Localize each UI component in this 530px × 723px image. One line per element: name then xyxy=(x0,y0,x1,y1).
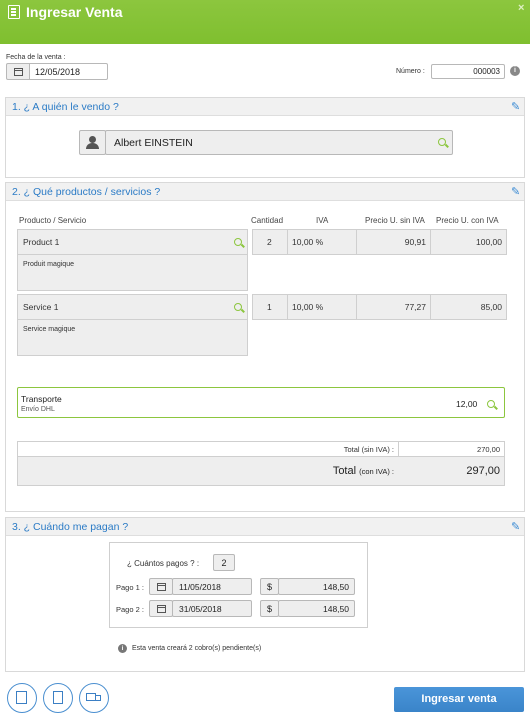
search-icon[interactable] xyxy=(438,138,446,146)
total-value: 297,00 xyxy=(466,465,500,477)
totals-box: Total (sin IVA) : 270,00 Total (con IVA)… xyxy=(17,441,505,486)
edit-pencil-icon[interactable]: ✎ xyxy=(511,100,520,113)
date-picker-button[interactable] xyxy=(6,63,30,80)
section-client: 1. ¿ A quién le vendo ? ✎ Albert EINSTEI… xyxy=(5,97,525,178)
pago-label: Pago 1 : xyxy=(116,583,144,592)
ingresar-venta-button[interactable]: Ingresar venta xyxy=(394,687,524,712)
numero-input[interactable]: 000003 xyxy=(431,64,505,79)
col-producto: Producto / Servicio xyxy=(19,216,87,225)
calendar-icon xyxy=(14,68,23,76)
info-icon: i xyxy=(118,644,127,653)
qty-input[interactable]: 1 xyxy=(252,294,288,320)
shipping-field[interactable]: Transporte Envío DHL 12,00 xyxy=(17,387,505,418)
pago-amount-input[interactable]: 148,50 xyxy=(278,600,355,617)
shipping-value: 12,00 xyxy=(456,399,478,409)
payments-info: Esta venta creará 2 cobro(s) pendiente(s… xyxy=(132,645,262,652)
shipping-desc: Envío DHL xyxy=(21,406,55,413)
currency-label: $ xyxy=(260,578,279,595)
product-desc-input[interactable]: Produit magique xyxy=(17,254,248,291)
section-products-heading: 2. ¿ Qué productos / servicios ? xyxy=(12,186,161,198)
pago-date-input[interactable]: 31/05/2018 xyxy=(172,600,252,617)
total-label-text: Total xyxy=(332,465,357,477)
client-search-input[interactable]: Albert EINSTEIN xyxy=(105,130,453,155)
price-inc-input[interactable]: 85,00 xyxy=(430,294,507,320)
price-inc-input[interactable]: 100,00 xyxy=(430,229,507,255)
info-icon[interactable]: i xyxy=(510,66,520,76)
section-products: 2. ¿ Qué productos / servicios ? ✎ Produ… xyxy=(5,182,525,512)
col-iva: IVA xyxy=(316,216,329,225)
count-input[interactable]: 2 xyxy=(213,554,235,571)
section-payments-title: 3. ¿ Cuándo me pagan ? xyxy=(6,518,524,536)
total-ex-label: Total (sin IVA) : xyxy=(343,445,394,454)
total-label-small: (con IVA) : xyxy=(359,467,394,476)
search-icon[interactable] xyxy=(487,400,495,408)
col-precio-con-iva: Precio U. con IVA xyxy=(436,216,499,225)
section-payments: 3. ¿ Cuándo me pagan ? ✎ ¿ Cuántos pagos… xyxy=(5,517,525,672)
dialog-header: Ingresar Venta × xyxy=(0,0,530,44)
col-cantidad: Cantidad xyxy=(251,216,284,225)
iva-input[interactable]: 10,00 % xyxy=(287,294,357,320)
iva-input[interactable]: 10,00 % xyxy=(287,229,357,255)
edit-pencil-icon[interactable]: ✎ xyxy=(511,185,520,198)
invoice-button[interactable] xyxy=(43,683,73,713)
note-icon xyxy=(16,691,27,704)
numero-label: Número : xyxy=(396,68,425,75)
pago-label: Pago 2 : xyxy=(116,605,144,614)
dialog-title: Ingresar Venta xyxy=(26,4,123,20)
col-precio-sin-iva: Precio U. sin IVA xyxy=(365,216,425,225)
shipping-name: Transporte xyxy=(21,394,62,404)
section-client-heading: 1. ¿ A quién le vendo ? xyxy=(12,101,119,113)
count-label: ¿ Cuántos pagos ? : xyxy=(127,559,200,568)
payments-box: ¿ Cuántos pagos ? : 2 Pago 1 : 11/05/201… xyxy=(109,542,368,628)
price-ex-input[interactable]: 90,91 xyxy=(356,229,431,255)
product-desc-input[interactable]: Service magique xyxy=(17,319,248,356)
qty-input[interactable]: 2 xyxy=(252,229,288,255)
pago-date-input[interactable]: 11/05/2018 xyxy=(172,578,252,595)
user-icon xyxy=(89,136,96,143)
product-name-input[interactable]: Product 1 xyxy=(17,229,248,255)
pago-amount-input[interactable]: 148,50 xyxy=(278,578,355,595)
total-ex-value: 270,00 xyxy=(477,445,500,454)
product-name-input[interactable]: Service 1 xyxy=(17,294,248,320)
edit-pencil-icon[interactable]: ✎ xyxy=(511,520,520,533)
currency-label: $ xyxy=(260,600,279,617)
document-icon xyxy=(8,5,20,19)
client-type-button[interactable] xyxy=(79,130,106,155)
section-client-title: 1. ¿ A quién le vendo ? xyxy=(6,98,524,116)
calendar-icon xyxy=(157,583,166,591)
note-button[interactable] xyxy=(7,683,37,713)
calendar-icon xyxy=(157,605,166,613)
invoice-icon xyxy=(53,691,63,704)
delivery-button[interactable] xyxy=(79,683,109,713)
fecha-input[interactable]: 12/05/2018 xyxy=(29,63,108,80)
section-payments-heading: 3. ¿ Cuándo me pagan ? xyxy=(12,521,129,533)
section-products-title: 2. ¿ Qué productos / servicios ? xyxy=(6,183,524,201)
total-label: Total (con IVA) : xyxy=(18,465,394,477)
date-picker-button[interactable] xyxy=(149,600,173,617)
fecha-label: Fecha de la venta : xyxy=(6,54,66,61)
date-picker-button[interactable] xyxy=(149,578,173,595)
search-icon[interactable] xyxy=(234,303,242,311)
price-ex-input[interactable]: 77,27 xyxy=(356,294,431,320)
search-icon[interactable] xyxy=(234,238,242,246)
close-icon[interactable]: × xyxy=(518,2,524,14)
